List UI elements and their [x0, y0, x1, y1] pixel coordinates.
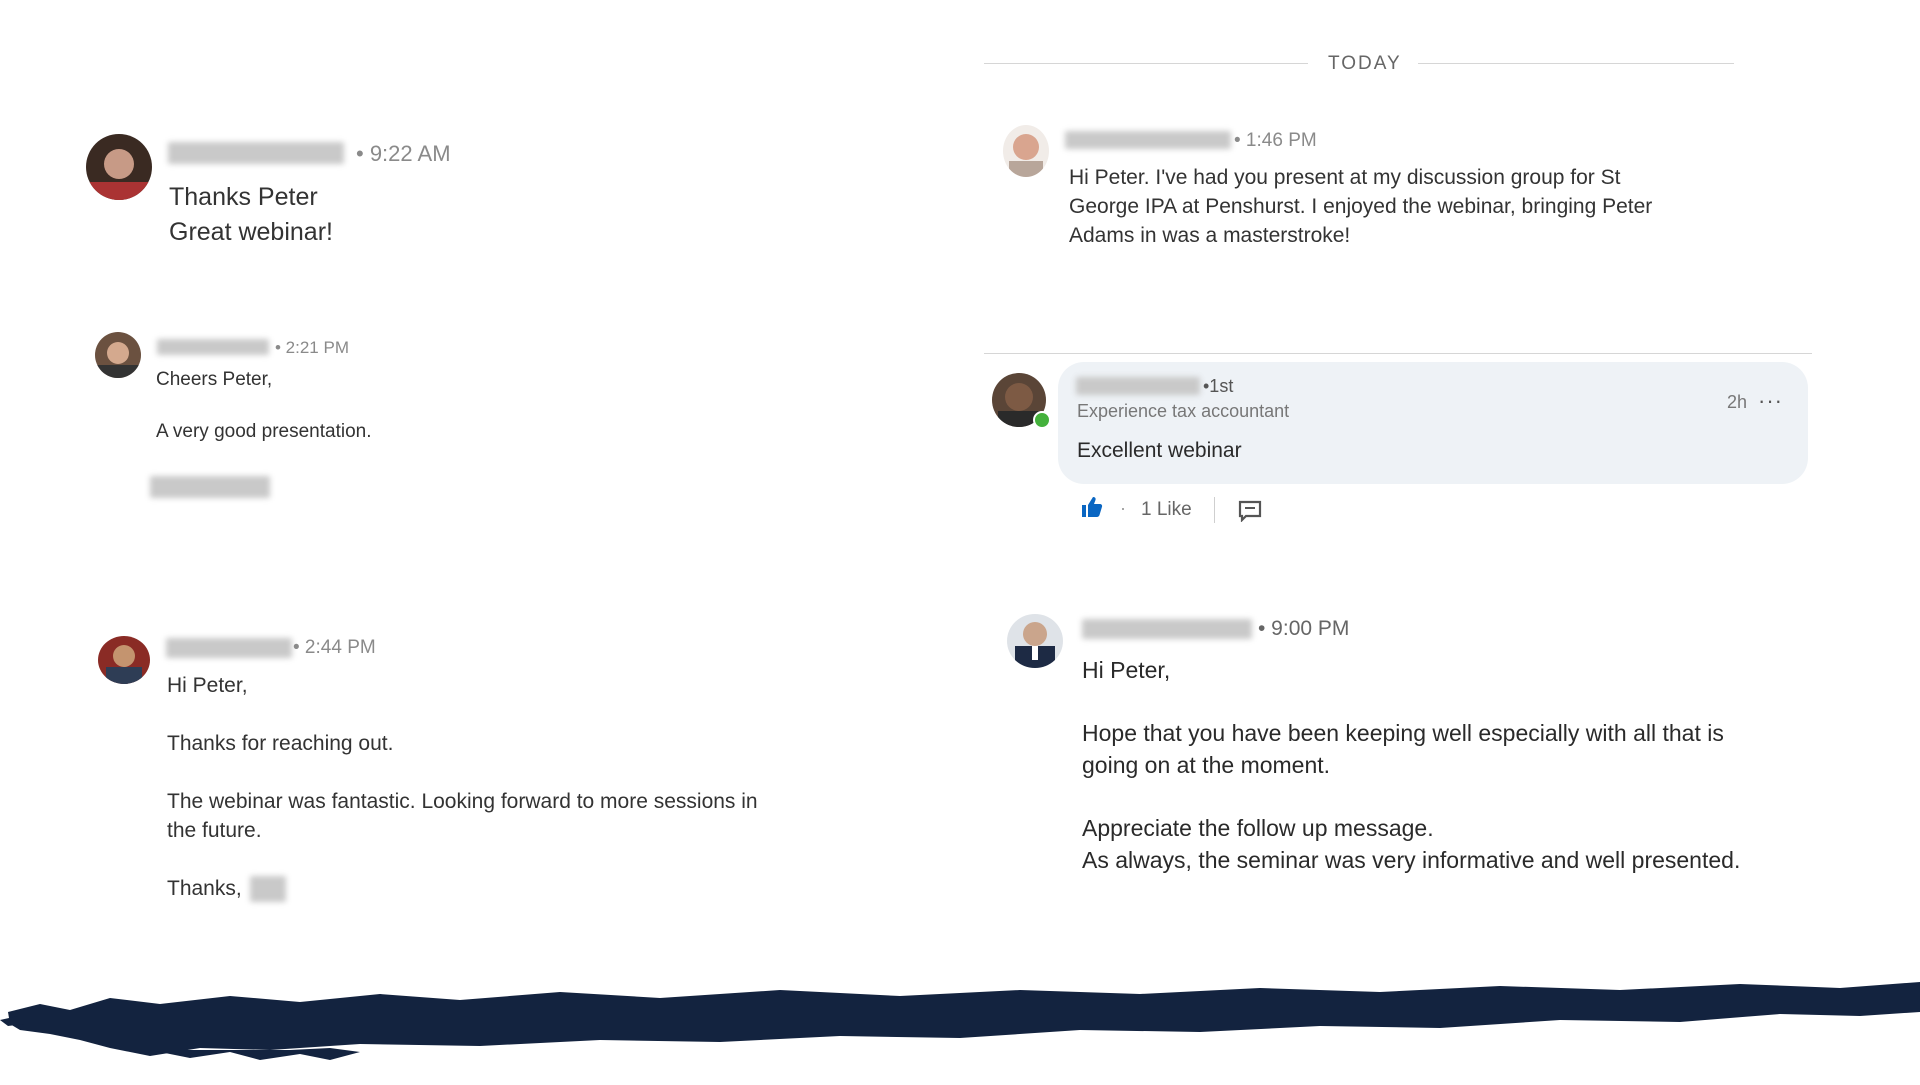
more-options-icon[interactable]: ···: [1758, 388, 1783, 414]
divider-line: [1418, 63, 1734, 64]
signature-redacted: [250, 876, 286, 902]
divider-line: [984, 63, 1308, 64]
message-time: • 2:21 PM: [275, 338, 349, 357]
section-divider: [984, 353, 1812, 354]
avatar[interactable]: [98, 636, 150, 684]
online-status-icon: [1033, 411, 1051, 429]
comment-time: 2h: [1727, 392, 1748, 412]
connection-degree: •1st: [1203, 376, 1234, 396]
message-text: The webinar was fantastic. Looking forwa…: [167, 790, 758, 813]
thumbs-up-icon[interactable]: [1080, 495, 1104, 519]
commenter-headline: Experience tax accountant: [1077, 401, 1290, 421]
message-text: Appreciate the follow up message.: [1082, 815, 1434, 841]
avatar[interactable]: [95, 332, 141, 378]
sender-name-redacted: [1065, 131, 1231, 149]
sender-name-redacted: [166, 638, 292, 658]
message-time: • 2:44 PM: [293, 637, 376, 658]
message-text: Thanks,: [167, 877, 242, 900]
message-text: George IPA at Penshurst. I enjoyed the w…: [1069, 195, 1653, 218]
brush-stroke-decoration: [0, 960, 1920, 1080]
message-text: Hi Peter,: [1082, 657, 1171, 683]
avatar[interactable]: [1003, 125, 1049, 177]
comment-icon[interactable]: [1238, 500, 1262, 523]
like-count[interactable]: 1 Like: [1141, 499, 1192, 521]
message-text: the future.: [167, 819, 262, 842]
avatar[interactable]: [86, 134, 152, 200]
message-text: Hi Peter. I've had you present at my dis…: [1069, 166, 1621, 189]
commenter-name-redacted: [1076, 377, 1200, 395]
sender-name-redacted: [168, 142, 344, 164]
message-time: • 9:22 AM: [356, 141, 451, 166]
sender-name-redacted: [1082, 619, 1252, 639]
avatar[interactable]: [1007, 614, 1063, 668]
message-text: Thanks Peter: [169, 183, 318, 211]
message-text: As always, the seminar was very informat…: [1082, 847, 1741, 873]
message-text: A very good presentation.: [156, 421, 372, 442]
action-divider: [1214, 497, 1215, 523]
message-time: • 9:00 PM: [1258, 617, 1350, 640]
signature-redacted: [150, 476, 270, 498]
separator-dot: ·: [1120, 498, 1126, 518]
message-time: • 1:46 PM: [1234, 130, 1317, 151]
message-text: Hope that you have been keeping well esp…: [1082, 720, 1724, 746]
message-text: Thanks for reaching out.: [167, 732, 394, 755]
date-divider-label: TODAY: [1328, 53, 1402, 74]
message-text: Adams in was a masterstroke!: [1069, 224, 1351, 247]
comment-text: Excellent webinar: [1077, 439, 1242, 462]
sender-name-redacted: [157, 339, 269, 355]
message-text: Hi Peter,: [167, 674, 248, 697]
message-text: Cheers Peter,: [156, 369, 273, 390]
message-text: going on at the moment.: [1082, 752, 1331, 778]
message-text: Great webinar!: [169, 218, 333, 246]
